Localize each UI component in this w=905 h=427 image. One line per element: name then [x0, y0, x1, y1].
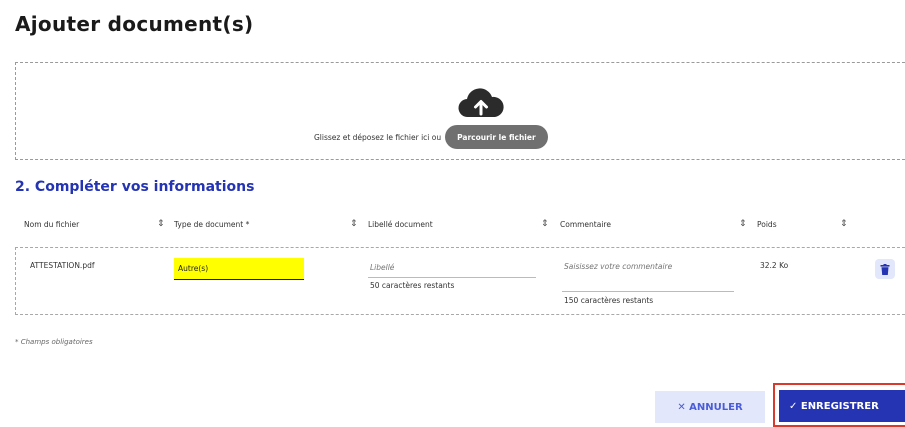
trash-icon	[880, 263, 890, 275]
save-button[interactable]: ✓ ENREGISTRER	[779, 390, 905, 422]
sort-icon[interactable]: ⇕	[541, 219, 549, 229]
column-header-doc-type[interactable]: Type de document *	[174, 220, 249, 229]
column-header-comment[interactable]: Commentaire	[560, 220, 611, 229]
required-fields-note: * Champs obligatoires	[15, 338, 93, 346]
doc-type-select[interactable]: Autre(s)	[174, 258, 304, 280]
filename-cell: ATTESTATION.pdf	[30, 261, 95, 270]
page-title: Ajouter document(s)	[15, 12, 254, 36]
weight-cell: 32.2 Ko	[760, 261, 789, 270]
browse-file-button[interactable]: Parcourir le fichier	[445, 125, 548, 149]
delete-button[interactable]	[875, 259, 895, 279]
libelle-remaining: 50 caractères restants	[370, 281, 455, 290]
comment-input[interactable]	[562, 258, 734, 292]
column-header-filename[interactable]: Nom du fichier	[24, 220, 79, 229]
sort-icon[interactable]: ⇕	[350, 219, 358, 229]
column-header-libelle[interactable]: Libellé document	[368, 220, 433, 229]
column-header-weight[interactable]: Poids	[757, 220, 777, 229]
section-title: 2. Compléter vos informations	[15, 179, 255, 195]
drop-row: Glissez et déposez le fichier ici ou Par…	[314, 125, 548, 149]
file-dropzone[interactable]: Glissez et déposez le fichier ici ou Par…	[15, 62, 905, 160]
libelle-input[interactable]	[368, 258, 536, 278]
sort-icon[interactable]: ⇕	[157, 219, 165, 229]
cancel-button[interactable]: ✕ ANNULER	[655, 391, 765, 423]
comment-remaining: 150 caractères restants	[564, 296, 654, 305]
sort-icon[interactable]: ⇕	[840, 219, 848, 229]
drop-instruction: Glissez et déposez le fichier ici ou	[314, 132, 442, 142]
cloud-upload-icon	[458, 88, 504, 118]
sort-icon[interactable]: ⇕	[739, 219, 747, 229]
